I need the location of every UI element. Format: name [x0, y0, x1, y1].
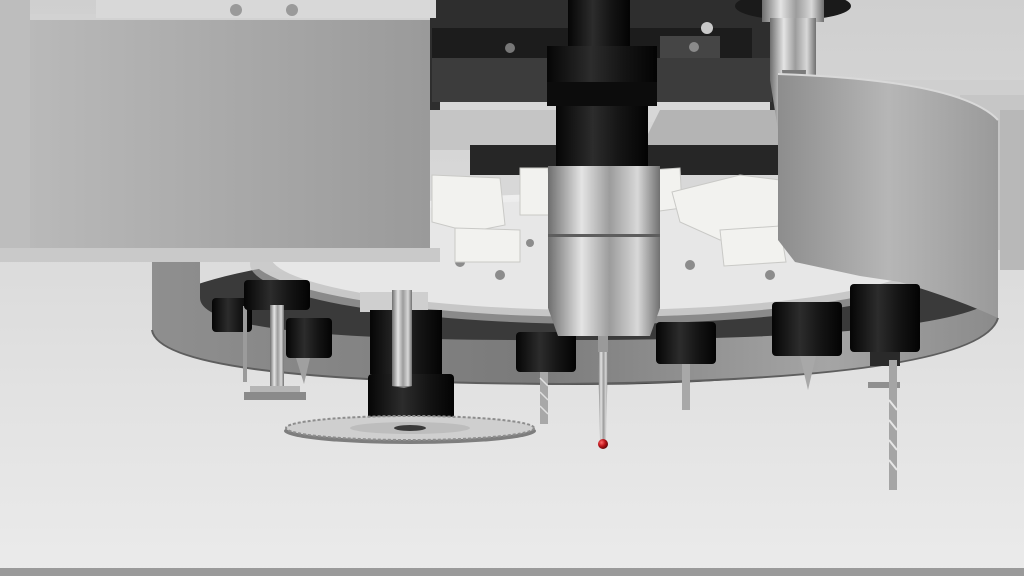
saw-blade [284, 415, 536, 444]
ruby-probe-tip [598, 439, 608, 449]
tool-changer-scene [0, 0, 1024, 576]
left-cover-panel [0, 0, 440, 262]
floor-strip [0, 568, 1024, 576]
